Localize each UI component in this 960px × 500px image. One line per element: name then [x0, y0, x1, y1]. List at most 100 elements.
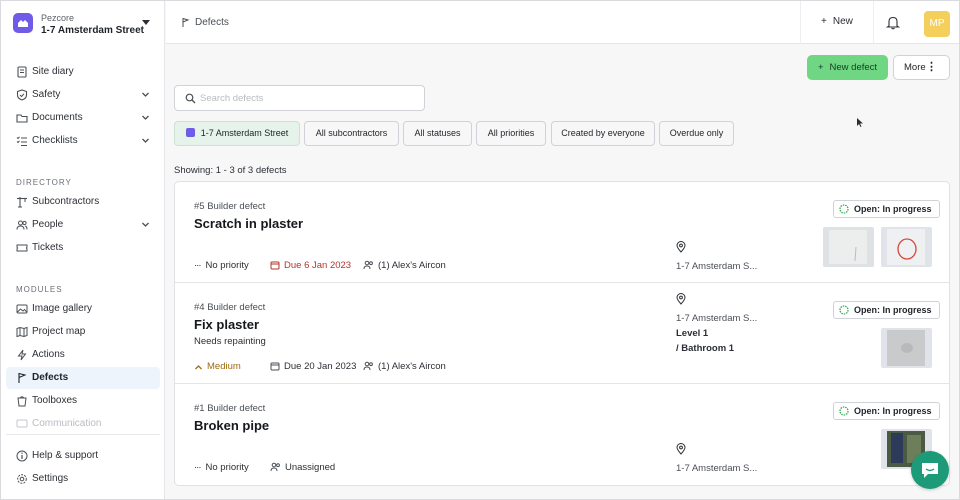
progress-icon	[839, 305, 849, 315]
sidebar-item-image-gallery[interactable]: Image gallery	[6, 298, 160, 320]
sidebar-item-label: Safety	[32, 89, 61, 100]
defect-card[interactable]: #5 Builder defect Scratch in plaster ···…	[175, 182, 949, 283]
top-bar: Defects + New MP	[166, 1, 959, 44]
filter-overdue[interactable]: Overdue only	[659, 121, 734, 146]
due-date: Due 20 Jan 2023	[270, 361, 356, 372]
ticket-icon	[16, 244, 28, 252]
site-logo-icon	[13, 13, 33, 33]
filter-label: All subcontractors	[315, 128, 388, 138]
more-label: More	[904, 62, 926, 73]
divider	[800, 1, 801, 44]
checklist-icon	[16, 136, 27, 146]
due-date: Due 6 Jan 2023	[270, 260, 351, 271]
defect-description: Needs repainting	[194, 336, 266, 347]
assignee: (1) Alex's Aircon	[363, 260, 446, 271]
defect-ref: #4 Builder defect	[194, 302, 266, 313]
assignee-label: (1) Alex's Aircon	[378, 260, 446, 271]
location-label: 1-7 Amsterdam S...	[676, 463, 758, 474]
org-name: Pezcore	[41, 13, 75, 23]
sidebar-item-label: Checklists	[32, 135, 78, 146]
sidebar-item-checklists[interactable]: Checklists	[6, 130, 160, 152]
more-button[interactable]: More ⋮	[893, 55, 950, 80]
chevron-up-icon	[195, 365, 202, 370]
sidebar-item-documents[interactable]: Documents	[6, 107, 160, 129]
new-defect-button[interactable]: + New defect	[807, 55, 888, 80]
message-icon	[16, 419, 28, 428]
sidebar-item-label: Image gallery	[32, 303, 93, 314]
breadcrumb[interactable]: Defects	[195, 17, 229, 28]
location-label: 1-7 Amsterdam S...	[676, 313, 758, 324]
defect-ref: #5 Builder defect	[194, 201, 266, 212]
location-pin-icon	[676, 443, 686, 455]
sidebar-item-settings[interactable]: Settings	[6, 468, 160, 490]
sidebar-item-project-map[interactable]: Project map	[6, 321, 160, 343]
sidebar-item-actions[interactable]: Actions	[6, 344, 160, 366]
assignee-label: (1) Alex's Aircon	[378, 361, 446, 372]
sidebar-item-safety[interactable]: Safety	[6, 84, 160, 106]
divider	[873, 1, 874, 44]
notebook-icon	[17, 66, 27, 78]
toolbox-icon	[17, 396, 27, 407]
sidebar-item-label: Communication	[32, 418, 102, 429]
sidebar-item-label: People	[32, 219, 64, 230]
status-label: Open: In progress	[854, 204, 932, 214]
defects-list: #5 Builder defect Scratch in plaster ···…	[174, 181, 950, 486]
defect-title: Broken pipe	[194, 418, 270, 433]
filter-statuses[interactable]: All statuses	[403, 121, 472, 146]
lightning-icon	[17, 349, 27, 361]
plus-icon: +	[817, 62, 824, 73]
chat-launcher-button[interactable]	[911, 451, 949, 489]
defect-photo[interactable]	[881, 328, 932, 368]
crane-icon	[17, 197, 27, 208]
filter-created-by[interactable]: Created by everyone	[551, 121, 655, 146]
defect-card[interactable]: #4 Builder defect Fix plaster Needs repa…	[175, 283, 949, 384]
defect-card[interactable]: #1 Builder defect Broken pipe ··· No prio…	[175, 384, 949, 485]
avatar[interactable]: MP	[924, 11, 950, 37]
shield-icon	[16, 89, 28, 101]
sidebar-item-label: Defects	[32, 372, 69, 383]
site-switcher[interactable]: Pezcore 1-7 Amsterdam Street	[13, 13, 153, 39]
priority-label: No priority	[205, 260, 249, 271]
people-icon	[270, 462, 280, 472]
sidebar: Pezcore 1-7 Amsterdam Street Site diary …	[1, 1, 165, 499]
filter-site[interactable]: 1-7 Amsterdam Street	[174, 121, 300, 146]
due-label: Due 20 Jan 2023	[284, 361, 357, 372]
sidebar-item-defects[interactable]: Defects	[6, 367, 160, 389]
sidebar-item-label: Tickets	[32, 242, 64, 253]
sidebar-item-people[interactable]: People	[6, 214, 160, 236]
bell-icon[interactable]	[886, 15, 900, 30]
site-name: 1-7 Amsterdam Street	[41, 25, 145, 36]
search-input[interactable]	[200, 90, 415, 106]
sidebar-item-tickets[interactable]: Tickets	[6, 237, 160, 259]
sidebar-item-toolboxes[interactable]: Toolboxes	[6, 390, 160, 412]
progress-icon	[839, 204, 849, 214]
people-icon	[363, 361, 373, 371]
search-icon	[185, 93, 196, 104]
defect-photo[interactable]	[881, 227, 932, 267]
dots-icon: ···	[194, 462, 201, 473]
map-icon	[16, 326, 28, 338]
status-badge[interactable]: Open: In progress	[833, 402, 940, 420]
new-menu-button[interactable]: + New	[821, 16, 853, 27]
sidebar-item-help[interactable]: Help & support	[6, 445, 160, 467]
assignee-label: Unassigned	[285, 462, 336, 473]
sidebar-item-label: Project map	[32, 326, 86, 337]
sidebar-item-subcontractors[interactable]: Subcontractors	[6, 191, 160, 213]
defect-photo[interactable]	[823, 227, 874, 267]
filter-priorities[interactable]: All priorities	[476, 121, 546, 146]
status-label: Open: In progress	[854, 305, 932, 315]
calendar-icon	[270, 362, 280, 371]
assignee: (1) Alex's Aircon	[363, 361, 446, 372]
flag-icon	[18, 373, 27, 383]
flag-icon	[182, 18, 190, 27]
sidebar-item-communication[interactable]: Communication	[6, 413, 160, 435]
priority: ··· No priority	[194, 260, 249, 271]
search-box	[174, 85, 425, 111]
sidebar-divider	[6, 434, 160, 435]
status-badge[interactable]: Open: In progress	[833, 301, 940, 319]
filter-subcontractors[interactable]: All subcontractors	[304, 121, 399, 146]
defect-title: Fix plaster	[194, 317, 260, 332]
sidebar-item-site-diary[interactable]: Site diary	[6, 61, 160, 83]
chevron-down-icon	[142, 222, 149, 227]
status-badge[interactable]: Open: In progress	[833, 200, 940, 218]
